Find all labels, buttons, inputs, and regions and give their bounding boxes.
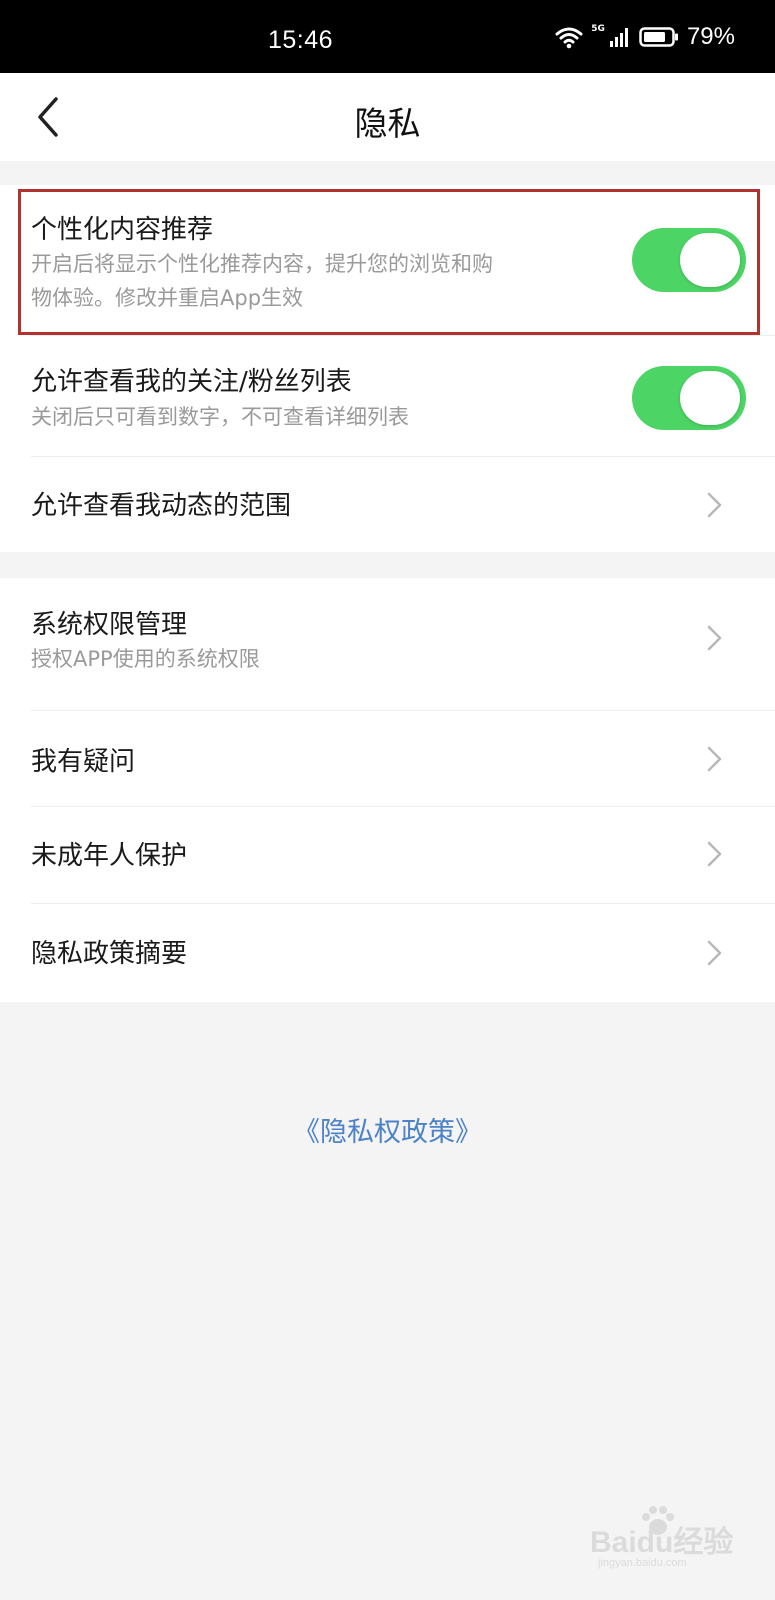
nav-header: 隐私: [0, 73, 775, 161]
toggle-knob: [680, 371, 740, 425]
follow-list-toggle[interactable]: [632, 366, 746, 430]
follow-list-subtitle: 关闭后只可看到数字，不可查看详细列表: [31, 405, 409, 429]
network-type: 5G: [591, 24, 605, 34]
status-icons: 5G 79%: [555, 22, 735, 52]
status-bar: 15:46 5G 79%: [0, 0, 775, 73]
questions-row[interactable]: 我有疑问: [0, 711, 775, 806]
personalized-subtitle-line2: 物体验。修改并重启App生效: [31, 286, 304, 310]
watermark-sub: jingyan.baidu.com: [598, 1557, 687, 1569]
moments-scope-title: 允许查看我动态的范围: [31, 491, 292, 521]
minor-protection-row[interactable]: 未成年人保护: [0, 807, 775, 903]
chevron-right-icon: [707, 625, 722, 651]
personalized-toggle[interactable]: [632, 228, 746, 292]
follow-list-row: 允许查看我的关注/粉丝列表 关闭后只可看到数字，不可查看详细列表: [0, 336, 775, 456]
follow-list-title: 允许查看我的关注/粉丝列表: [31, 367, 352, 397]
permissions-subtitle: 授权APP使用的系统权限: [31, 647, 260, 671]
moments-scope-row[interactable]: 允许查看我动态的范围: [0, 457, 775, 552]
privacy-policy-link[interactable]: 《隐私权政策》: [0, 1110, 775, 1149]
battery-icon: [639, 27, 678, 47]
chevron-right-icon: [707, 841, 722, 867]
status-time: 15:46: [268, 26, 334, 54]
personalized-subtitle-line1: 开启后将显示个性化推荐内容，提升您的浏览和购: [31, 252, 493, 276]
baidu-watermark-logo: Baidu经验 jingyan.baidu.com: [590, 1505, 740, 1575]
signal-icon: [609, 28, 628, 47]
policy-summary-row[interactable]: 隐私政策摘要: [0, 904, 775, 1002]
chevron-right-icon: [707, 746, 722, 772]
battery-percent: 79%: [686, 23, 735, 50]
wifi-icon: [555, 27, 583, 49]
chevron-right-icon: [707, 940, 722, 966]
page-title: 隐私: [354, 104, 421, 143]
more-settings-group: 系统权限管理 授权APP使用的系统权限 我有疑问 未成年人保护 隐私政策摘要: [0, 578, 775, 1002]
permissions-row[interactable]: 系统权限管理 授权APP使用的系统权限: [0, 578, 775, 710]
chevron-right-icon: [707, 492, 722, 518]
toggle-knob: [680, 233, 740, 287]
personalized-recommend-row: 个性化内容推荐 开启后将显示个性化推荐内容，提升您的浏览和购 物体验。修改并重启…: [0, 185, 775, 335]
permissions-title: 系统权限管理: [31, 610, 188, 640]
policy-summary-title: 隐私政策摘要: [31, 939, 188, 969]
watermark-text: Baidu经验: [590, 1526, 734, 1559]
questions-title: 我有疑问: [31, 747, 136, 777]
privacy-settings-group: 个性化内容推荐 开启后将显示个性化推荐内容，提升您的浏览和购 物体验。修改并重启…: [0, 185, 775, 552]
minor-protection-title: 未成年人保护: [31, 841, 188, 871]
personalized-title: 个性化内容推荐: [31, 215, 214, 245]
